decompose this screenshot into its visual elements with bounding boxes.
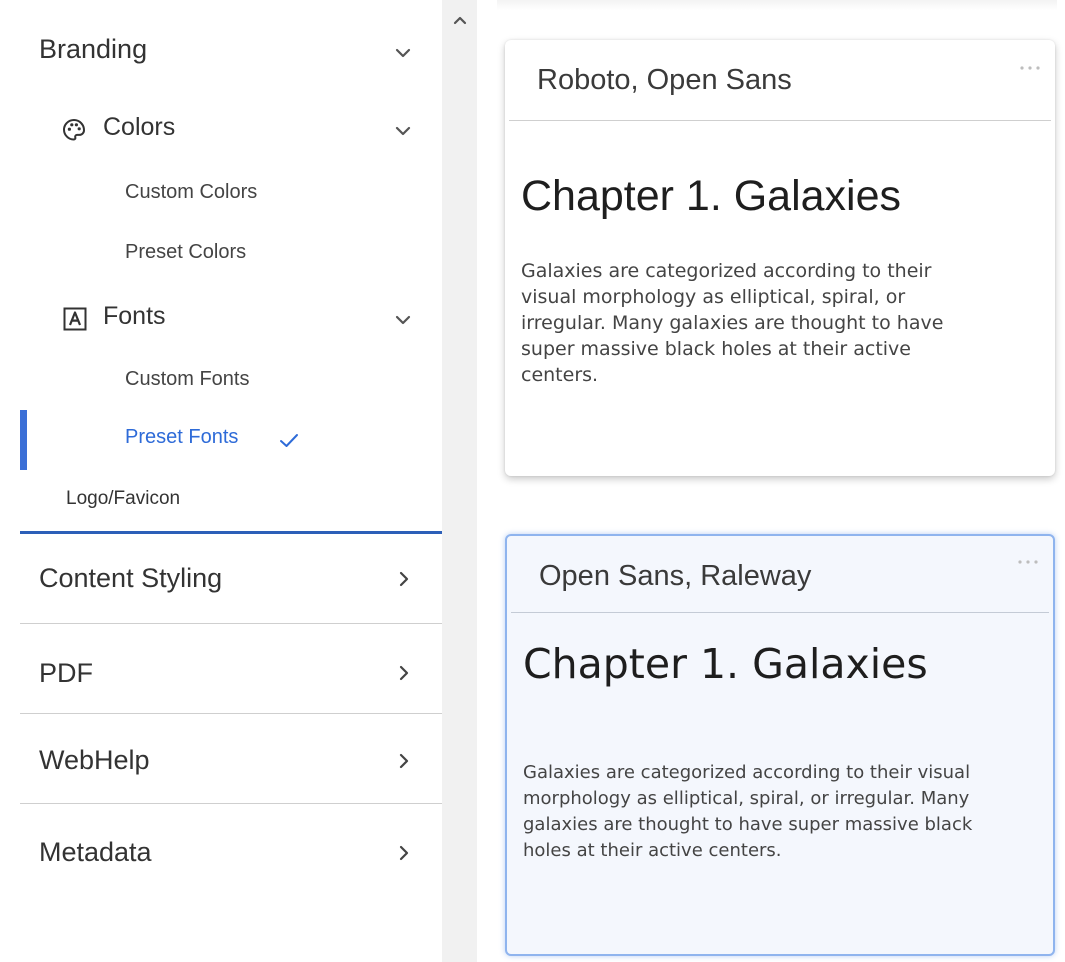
nav-item-custom-colors[interactable]: Custom Colors [20, 181, 442, 209]
chevron-right-icon [394, 843, 414, 863]
card-sample-heading: Chapter 1. Galaxies [521, 172, 902, 220]
section-label: PDF [39, 658, 93, 688]
check-icon [278, 429, 300, 451]
chevron-right-icon [394, 663, 414, 683]
colors-group-header[interactable]: Colors [20, 113, 442, 149]
branding-section-header[interactable]: Branding [20, 34, 442, 74]
font-preset-card[interactable]: Roboto, Open Sans Chapter 1. Galaxies Ga… [505, 40, 1055, 476]
card-sample-heading: Chapter 1. Galaxies [523, 640, 928, 688]
chevron-down-icon [392, 120, 414, 142]
section-label: Content Styling [39, 563, 223, 593]
nav-item-label: Custom Colors [125, 181, 258, 203]
section-content-styling[interactable]: Content Styling [20, 536, 442, 624]
font-icon [62, 306, 88, 332]
nav-item-label: Preset Fonts [125, 426, 239, 448]
branding-section-underline [20, 531, 442, 534]
nav-item-logo-favicon[interactable]: Logo/Favicon [20, 488, 442, 516]
section-metadata[interactable]: Metadata [20, 806, 442, 886]
card-title: Open Sans, Raleway [539, 560, 812, 592]
section-divider [20, 623, 442, 624]
nav-item-label: Logo/Favicon [66, 488, 181, 509]
section-divider [20, 803, 442, 804]
card-sample-body: Galaxies are categorized according to th… [521, 260, 944, 386]
font-preset-card-selected[interactable]: Open Sans, Raleway Chapter 1. Galaxies G… [505, 534, 1055, 956]
fonts-group-header[interactable]: Fonts [20, 302, 442, 338]
branding-label: Branding [39, 34, 148, 64]
sidebar-scrollbar[interactable] [442, 0, 477, 962]
nav-item-label: Custom Fonts [125, 368, 250, 390]
nav-item-custom-fonts[interactable]: Custom Fonts [20, 368, 442, 396]
font-preset-gallery: Roboto, Open Sans Chapter 1. Galaxies Ga… [477, 0, 1065, 962]
chevron-down-icon [392, 309, 414, 331]
branding-sidebar: Branding Colors Custom Colors Preset Col… [0, 0, 442, 962]
section-divider [20, 713, 442, 714]
chevron-right-icon [394, 569, 414, 589]
nav-item-preset-colors[interactable]: Preset Colors [20, 241, 442, 269]
top-fade [497, 0, 1057, 10]
more-options-icon[interactable] [1015, 553, 1041, 564]
card-sample-body: Galaxies are categorized according to th… [523, 762, 973, 861]
arrow-up-icon[interactable] [451, 12, 469, 30]
section-label: WebHelp [39, 745, 150, 775]
section-pdf[interactable]: PDF [20, 626, 442, 714]
nav-item-label: Preset Colors [125, 241, 247, 263]
nav-item-preset-fonts[interactable]: Preset Fonts [20, 426, 442, 456]
font-settings-screen: Branding Colors Custom Colors Preset Col… [0, 0, 1065, 962]
more-options-icon[interactable] [1017, 59, 1043, 70]
section-webhelp[interactable]: WebHelp [20, 716, 442, 804]
palette-icon [61, 117, 87, 143]
card-divider [511, 612, 1049, 613]
card-title: Roboto, Open Sans [537, 64, 792, 96]
fonts-label: Fonts [103, 302, 166, 330]
colors-label: Colors [103, 113, 176, 141]
card-divider [509, 120, 1051, 121]
chevron-down-icon [392, 42, 414, 64]
section-label: Metadata [39, 837, 152, 867]
chevron-right-icon [394, 751, 414, 771]
